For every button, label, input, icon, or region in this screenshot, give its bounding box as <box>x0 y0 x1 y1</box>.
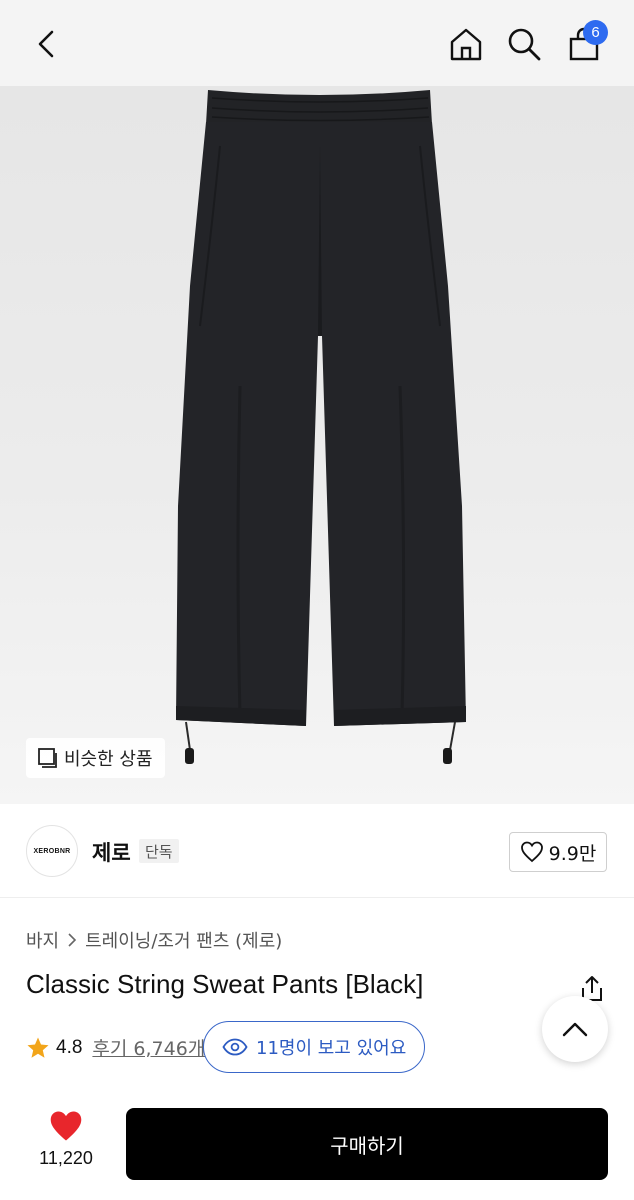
rating-row: 4.8 후기 6,746개 <box>26 1034 205 1061</box>
home-icon <box>450 28 482 61</box>
similar-items-label: 비슷한 상품 <box>64 749 153 770</box>
chevron-left-icon <box>38 30 54 58</box>
product-title: Classic String Sweat Pants [Black] <box>26 969 424 999</box>
live-viewers-text: 11명이 보고 있어요 <box>256 1038 407 1059</box>
search-button[interactable] <box>500 20 548 68</box>
heart-filled-icon <box>50 1111 82 1141</box>
product-image[interactable] <box>0 86 634 804</box>
chevron-up-icon <box>562 1022 588 1037</box>
chevron-right-icon <box>68 933 77 947</box>
star-icon <box>27 1037 49 1058</box>
brand-like-button[interactable]: 9.9만 <box>509 832 607 872</box>
eye-icon <box>222 1038 248 1056</box>
home-button[interactable] <box>442 20 490 68</box>
search-icon <box>508 28 541 61</box>
exclusive-badge: 단독 <box>139 839 179 863</box>
back-button[interactable] <box>24 22 68 66</box>
brand-logo[interactable]: XEROBNR <box>26 825 78 877</box>
cart-count-badge: 6 <box>583 20 608 45</box>
scroll-to-top-button[interactable] <box>542 996 608 1062</box>
favorite-button[interactable]: 11,220 <box>26 1110 106 1180</box>
live-viewers-pill: 11명이 보고 있어요 <box>203 1021 426 1073</box>
breadcrumb-item[interactable]: 바지 <box>26 927 59 953</box>
similar-items-button[interactable]: 비슷한 상품 <box>26 738 165 778</box>
similar-items-icon <box>38 748 57 768</box>
bottom-purchase-bar: 11,220 구매하기 <box>0 1096 634 1200</box>
buy-button[interactable]: 구매하기 <box>126 1108 608 1180</box>
heart-outline-icon <box>520 841 543 863</box>
review-count-link[interactable]: 후기 6,746개 <box>92 1034 205 1061</box>
brand-like-count: 9.9만 <box>548 842 597 865</box>
brand-name[interactable]: 제로 <box>92 837 131 867</box>
pants-illustration <box>176 90 466 764</box>
breadcrumb-item[interactable]: 트레이닝/조거 팬츠 (제로) <box>85 927 282 953</box>
top-nav-bar: 6 <box>0 0 634 86</box>
breadcrumb: 바지 트레이닝/조거 팬츠 (제로) <box>26 927 282 953</box>
favorite-count: 11,220 <box>39 1148 93 1168</box>
rating-score: 4.8 <box>56 1036 83 1058</box>
brand-row: XEROBNR 제로 단독 9.9만 <box>0 804 634 898</box>
